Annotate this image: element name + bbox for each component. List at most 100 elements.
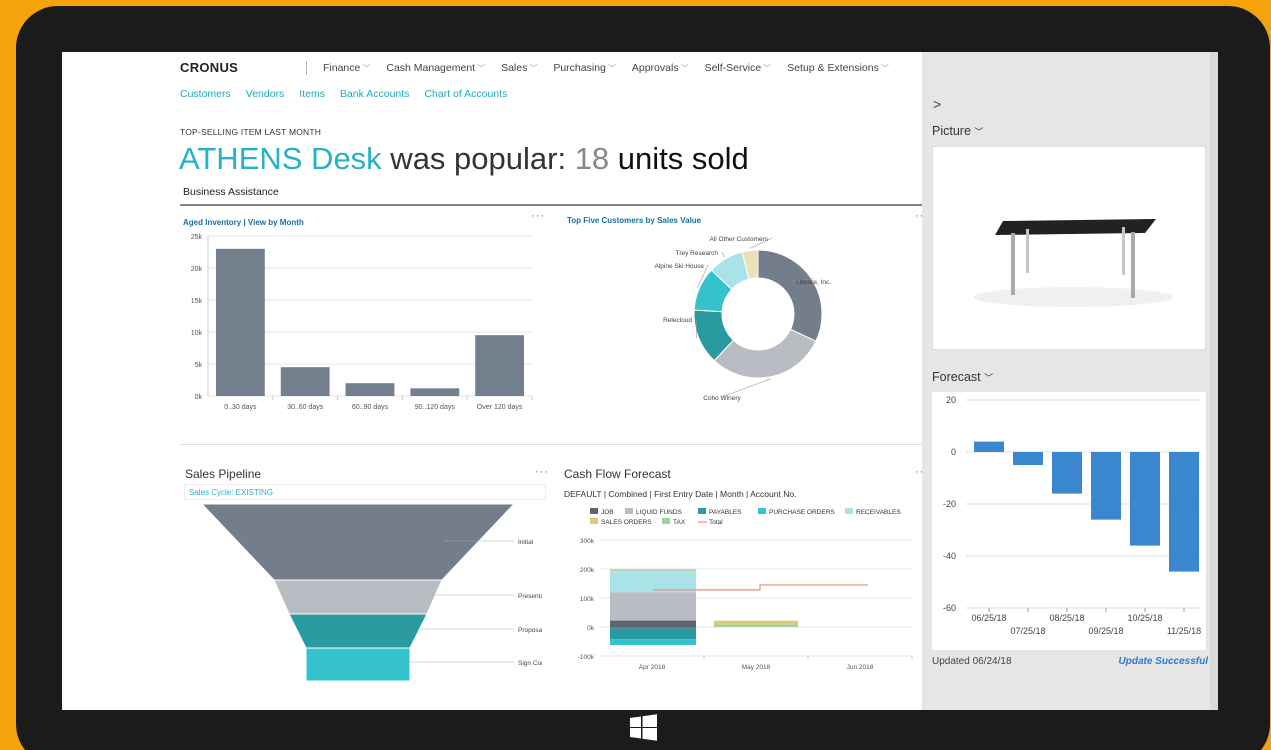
stacked-segment [610,628,696,640]
sales-pipeline-title[interactable]: Sales Pipeline [185,467,261,481]
y-tick-label: 0k [587,625,595,632]
chevron-down-icon: ﹀ [680,64,689,73]
menu-sales[interactable]: Sales ﹀ [501,62,537,74]
chevron-right-icon[interactable]: > [933,96,941,112]
stacked-segment [714,624,798,627]
forecast-box: 20 0 -20 -40 -60 06/25/18 07/25/18 08/25/18 09/2… [932,392,1206,650]
bar [475,335,524,396]
headline-suffix: units sold [609,141,749,176]
forecast-header[interactable]: Forecast ﹀ [932,370,993,384]
bar [280,367,330,396]
bar [1130,452,1160,546]
stacked-segment [610,639,696,645]
menu-self-service[interactable]: Self-Service ﹀ [705,62,772,74]
headline-count: 18 [574,141,610,176]
y-tick-label: 300k [580,538,595,545]
x-tick-label: 60..90 days [352,404,389,411]
y-tick-label: 0k [195,394,203,401]
chevron-down-icon: ﹀ [529,64,538,73]
aged-inventory-chart: 25k 20k 15k 10k 5k 0k 0..30 days 30..60 days 60.… [191,234,533,411]
y-tick-label: -100k [578,654,595,661]
link-items[interactable]: Items [299,88,325,100]
picture-header[interactable]: Picture ﹀ [932,124,983,138]
scrollbar[interactable] [1210,52,1218,710]
cash-flow-title[interactable]: Cash Flow Forecast [564,467,671,481]
stacked-segment [610,569,696,571]
funnel-stage [288,613,428,649]
link-bank-accounts[interactable]: Bank Accounts [340,88,409,100]
y-tick-label: 0 [951,447,956,457]
y-tick-label: -20 [943,499,956,509]
nav-separator [306,61,307,75]
top-customers-chart: Litware, Inc. Coho Winery Relecloud Alpine … [655,236,832,402]
cash-flow-subtitle: DEFAULT | Combined | First Entry Date | … [564,489,797,499]
x-tick-label: 09/25/18 [1088,626,1123,636]
bar [1091,452,1121,520]
funnel-stage [305,647,411,682]
bar [1052,452,1082,494]
chevron-down-icon: ﹀ [362,64,371,73]
menu-approvals[interactable]: Approvals ﹀ [632,62,689,74]
more-options-icon[interactable]: ··· [535,466,549,478]
sales-pipeline-funnel: Initial Presentation Proposal Sign Contract [202,504,542,682]
aged-inventory-title[interactable]: Aged Inventory | View by Month [183,218,304,227]
updated-date: Updated 06/24/18 [932,656,1012,667]
y-tick-label: 10k [191,330,203,337]
main-menu: Finance ﹀ Cash Management ﹀ Sales ﹀ Purchas… [323,62,889,74]
section-divider [180,444,922,445]
menu-purchasing[interactable]: Purchasing ﹀ [553,62,616,74]
bar [1013,452,1043,465]
bar [216,248,265,396]
x-tick-label: 10/25/18 [1127,613,1162,623]
item-picture[interactable] [932,146,1206,350]
x-tick-label: 0..30 days [224,404,257,411]
funnel-label: Proposal [518,627,542,634]
quick-links: Customers Vendors Items Bank Accounts Ch… [180,88,507,100]
link-customers[interactable]: Customers [180,88,231,100]
screen: CRONUS Finance ﹀ Cash Management ﹀ Sales ﹀ … [62,52,1218,710]
funnel-label: Presentation [518,593,542,600]
y-tick-label: 20k [191,266,203,273]
y-tick-label: 15k [191,298,203,305]
more-options-icon[interactable]: ··· [531,210,545,222]
tab-business-assistance[interactable]: Business Assistance [183,186,279,198]
headline-item[interactable]: ATHENS Desk [179,141,382,176]
x-tick-label: 30..60 days [287,404,324,411]
legend-swatch [662,518,670,524]
legend-swatch [698,508,706,514]
menu-finance[interactable]: Finance ﹀ [323,62,370,74]
legend-label: JOB [601,509,614,516]
legend-label: LIQUID FUNDS [636,509,683,516]
pie-label: Alpine Ski House [655,263,705,270]
x-tick-label: 08/25/18 [1049,613,1084,623]
funnel-stage [273,579,443,615]
x-tick-label: Apr 2018 [639,664,666,671]
x-tick-label: 06/25/18 [971,613,1006,623]
cash-flow-chart: JOB LIQUID FUNDS PAYABLES PURCHASE ORDERS RE… [578,508,913,671]
y-tick-label: -60 [943,603,956,613]
legend-swatch [590,508,598,514]
funnel-label: Initial [518,539,534,546]
x-tick-label: Over 120 days [477,404,523,411]
desk-image [973,219,1173,307]
menu-cash-management[interactable]: Cash Management ﹀ [386,62,485,74]
stacked-segment [610,592,696,621]
bar [1169,452,1199,572]
windows-logo-icon[interactable] [630,714,657,741]
x-tick-label: Jun 2018 [847,664,874,671]
legend-swatch [625,508,633,514]
pie-label: All Other Customers [709,236,768,243]
stacked-segment [714,620,798,625]
legend-label: PAYABLES [709,509,742,516]
company-name[interactable]: CRONUS [180,60,238,75]
link-chart-of-accounts[interactable]: Chart of Accounts [424,88,507,100]
bar [974,441,1004,452]
link-vendors[interactable]: Vendors [246,88,285,100]
forecast-chart: 20 0 -20 -40 -60 06/25/18 07/25/18 08/25/18 09/2… [943,395,1201,636]
headline-kicker: TOP-SELLING ITEM LAST MONTH [180,127,322,137]
sales-cycle-label: Sales Cycle: EXISTING [189,488,274,497]
y-tick-label: 5k [195,362,203,369]
sales-cycle-filter[interactable]: Sales Cycle: EXISTING [184,484,546,500]
menu-setup-extensions[interactable]: Setup & Extensions ﹀ [787,62,889,74]
top-customers-title[interactable]: Top Five Customers by Sales Value [567,216,701,225]
